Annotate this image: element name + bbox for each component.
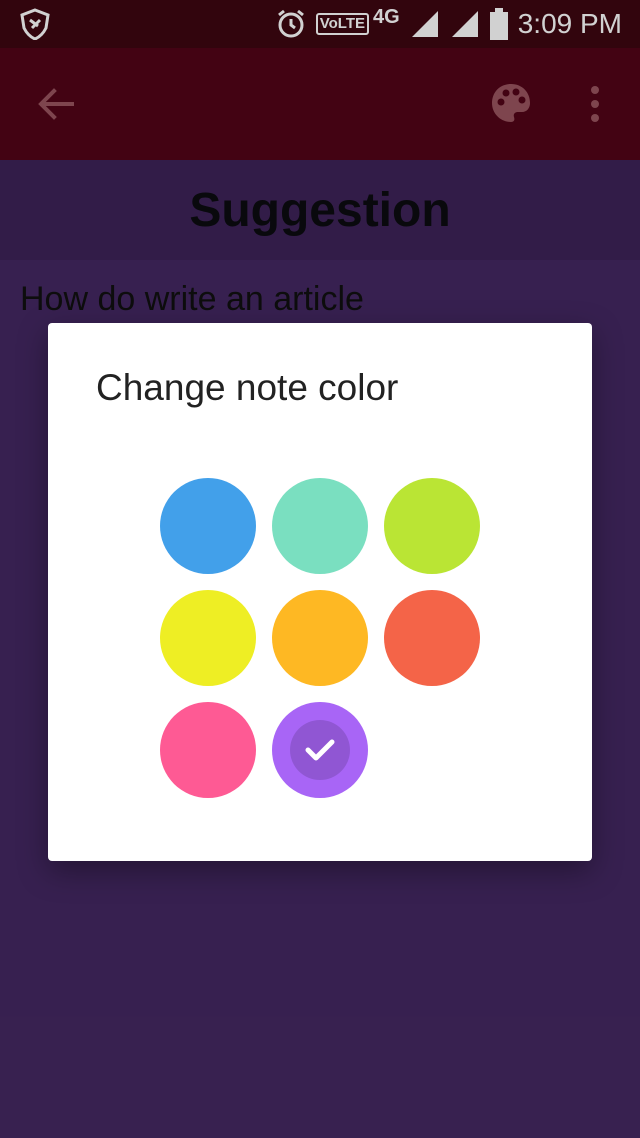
check-icon	[305, 739, 335, 761]
color-swatch-teal[interactable]	[272, 478, 368, 574]
color-swatch-orange[interactable]	[272, 590, 368, 686]
color-swatch-yellow[interactable]	[160, 590, 256, 686]
color-swatch-red-orange[interactable]	[384, 590, 480, 686]
color-swatch-pink[interactable]	[160, 702, 256, 798]
selected-check-badge	[290, 720, 350, 780]
color-swatch-lime[interactable]	[384, 478, 480, 574]
dialog-title: Change note color	[96, 367, 399, 408]
change-color-dialog: Change note color	[48, 323, 592, 861]
color-swatch-purple[interactable]	[272, 702, 368, 798]
color-swatch-blue[interactable]	[160, 478, 256, 574]
